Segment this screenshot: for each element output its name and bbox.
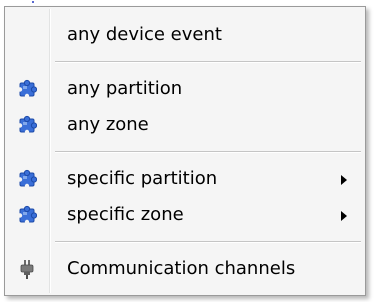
menu-separator	[55, 151, 361, 153]
puzzle-icon	[17, 169, 37, 189]
puzzle-icon	[17, 79, 37, 99]
submenu-arrow-icon	[341, 211, 347, 221]
menu-item-label: any zone	[67, 114, 149, 135]
menu-item-label: specific partition	[67, 168, 218, 189]
puzzle-icon	[17, 205, 37, 225]
submenu-arrow-icon	[341, 175, 347, 185]
context-menu: any device event any partition any zone	[4, 6, 366, 296]
menu-item-communication-channels[interactable]: Communication channels	[7, 251, 363, 287]
menu-separator	[55, 241, 361, 243]
menu-item-any-partition[interactable]: any partition	[7, 71, 363, 107]
menu-item-any-zone[interactable]: any zone	[7, 107, 363, 143]
menu-item-label: specific zone	[67, 204, 184, 225]
menu-separator	[55, 61, 361, 63]
menu-item-label: any device event	[67, 24, 222, 45]
puzzle-icon	[17, 115, 37, 135]
menu-item-label: Communication channels	[67, 258, 296, 279]
menu-item-specific-partition[interactable]: specific partition	[7, 161, 363, 197]
menu-item-any-device-event[interactable]: any device event	[7, 17, 363, 53]
focus-marker	[32, 1, 34, 3]
menu-item-specific-zone[interactable]: specific zone	[7, 197, 363, 233]
plug-icon	[20, 260, 34, 279]
menu-item-label: any partition	[67, 78, 183, 99]
